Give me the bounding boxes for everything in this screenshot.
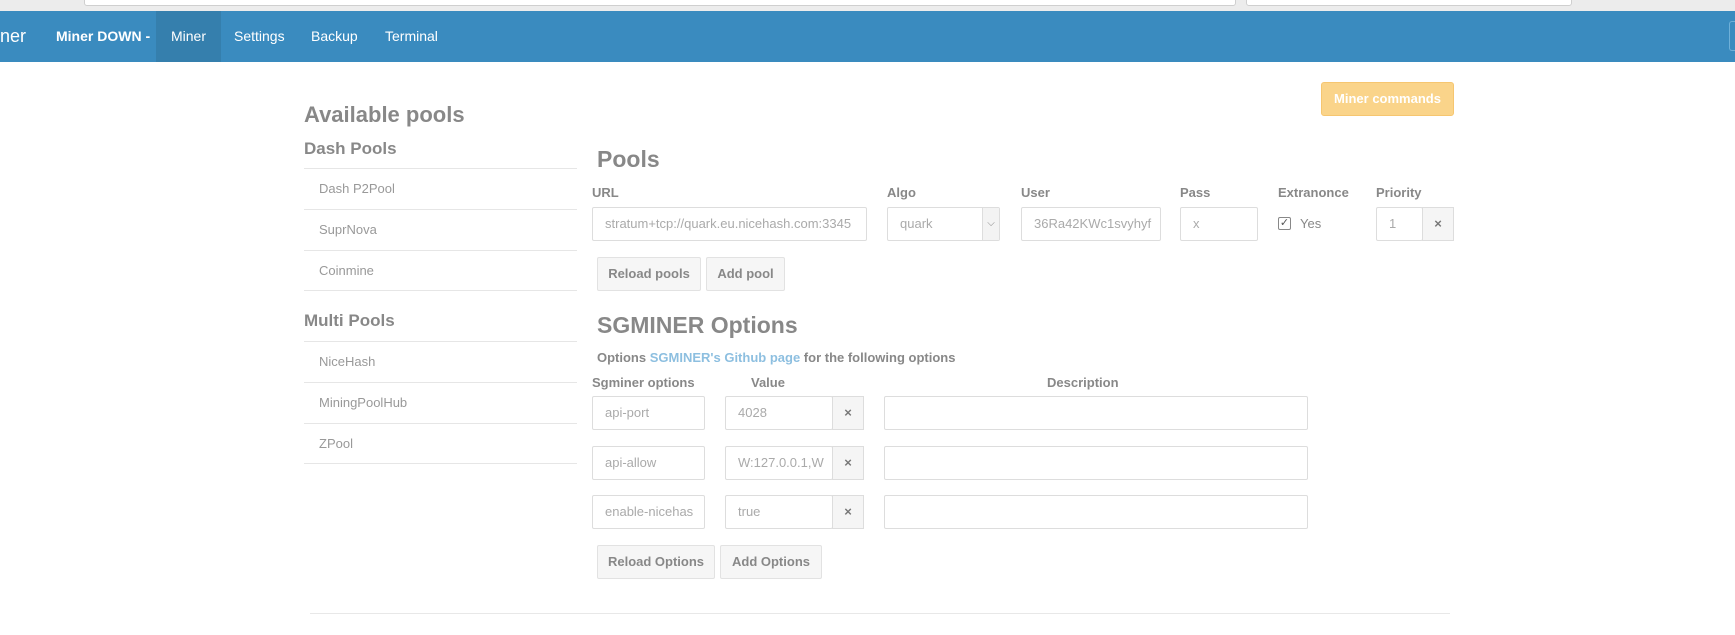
pool-url-input[interactable]: stratum+tcp://quark.eu.nicehash.com:3345 [592, 207, 867, 241]
dash-pools-title: Dash Pools [304, 139, 397, 158]
option-name-input[interactable]: enable-nicehas [592, 495, 705, 529]
pool-user-input[interactable]: 36Ra42KWc1svyhyf [1021, 207, 1161, 241]
algo-selected-value: quark [900, 216, 933, 231]
pools-title: Pools [597, 146, 660, 172]
option-value-input[interactable]: 4028 [725, 396, 833, 430]
reload-pools-button[interactable]: Reload pools [597, 257, 701, 291]
list-item[interactable]: Dash P2Pool [304, 168, 577, 209]
nav-settings[interactable]: Settings [219, 11, 300, 62]
note-suffix: for the following options [803, 350, 956, 365]
nav-backup[interactable]: Backup [296, 11, 373, 62]
priority-header: Priority [1376, 185, 1422, 200]
extranonce-header: Extranonce [1278, 185, 1349, 200]
nav-miner[interactable]: Miner [156, 11, 222, 62]
pool-algo-select[interactable]: quark ⌵ [887, 207, 1000, 241]
value-header: Value [751, 375, 785, 390]
pool-pass-input[interactable]: x [1180, 207, 1258, 241]
navbar-toggle-edge[interactable] [1729, 21, 1735, 51]
list-item[interactable]: SuprNova [304, 209, 577, 250]
extranonce-label: Yes [1300, 216, 1322, 231]
user-header: User [1021, 185, 1050, 200]
list-item[interactable]: MiningPoolHub [304, 382, 577, 423]
navbar: ner Miner DOWN - Miner Settings Backup T… [0, 11, 1735, 62]
option-description-input[interactable] [884, 446, 1308, 480]
remove-option-button[interactable]: × [832, 495, 864, 529]
dash-pools-list: Dash P2Pool SuprNova Coinmine [304, 168, 577, 291]
extranonce-checkbox[interactable]: ✓ [1278, 217, 1291, 230]
navbar-brand[interactable]: ner [0, 11, 26, 62]
sgminer-github-link[interactable]: SGMINER's Github page [650, 350, 800, 365]
remove-option-button[interactable]: × [832, 396, 864, 430]
multi-pools-list: NiceHash MiningPoolHub ZPool [304, 341, 577, 464]
sgminer-note: Options SGMINER's Github page for the fo… [597, 350, 955, 365]
list-item[interactable]: ZPool [304, 423, 577, 464]
option-description-input[interactable] [884, 396, 1308, 430]
option-value-input[interactable]: W:127.0.0.1,W [725, 446, 833, 480]
footer-divider [310, 613, 1450, 614]
chevron-down-icon[interactable]: ⌵ [982, 208, 999, 240]
remove-pool-button[interactable]: × [1422, 207, 1454, 241]
option-name-input[interactable]: api-allow [592, 446, 705, 480]
remove-option-button[interactable]: × [832, 446, 864, 480]
reload-options-button[interactable]: Reload Options [597, 545, 715, 579]
multi-pools-title: Multi Pools [304, 311, 395, 330]
list-item[interactable]: Coinmine [304, 250, 577, 291]
sgminer-options-title: SGMINER Options [597, 312, 798, 338]
browser-search-bar[interactable] [1246, 0, 1572, 6]
url-header: URL [592, 185, 619, 200]
option-value-input[interactable]: true [725, 495, 833, 529]
miner-commands-button[interactable]: Miner commands [1321, 82, 1454, 116]
pass-header: Pass [1180, 185, 1211, 200]
add-options-button[interactable]: Add Options [720, 545, 822, 579]
sgminer-options-header: Sgminer options [592, 375, 695, 390]
nav-terminal[interactable]: Terminal [370, 11, 453, 62]
description-header: Description [1047, 375, 1119, 390]
option-description-input[interactable] [884, 495, 1308, 529]
add-pool-button[interactable]: Add pool [706, 257, 785, 291]
algo-header: Algo [887, 185, 916, 200]
pool-priority-input[interactable]: 1 [1376, 207, 1423, 241]
miner-status[interactable]: Miner DOWN - [56, 11, 150, 62]
option-name-input[interactable]: api-port [592, 396, 705, 430]
note-prefix: Options [597, 350, 647, 365]
available-pools-title: Available pools [304, 102, 465, 127]
list-item[interactable]: NiceHash [304, 341, 577, 382]
address-bar[interactable] [84, 0, 1236, 6]
browser-chrome [0, 0, 1735, 11]
